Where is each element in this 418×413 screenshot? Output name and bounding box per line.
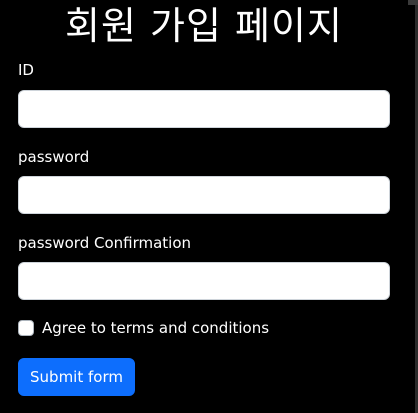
- id-label: ID: [18, 61, 34, 79]
- terms-checkbox[interactable]: [18, 320, 34, 336]
- password-confirmation-label: password Confirmation: [18, 234, 192, 252]
- page-title: 회원 가입 페이지: [65, 4, 343, 48]
- id-input[interactable]: [18, 90, 390, 128]
- password-confirmation-input[interactable]: [18, 262, 390, 300]
- submit-button[interactable]: Submit form: [18, 358, 135, 396]
- password-input[interactable]: [18, 176, 390, 214]
- password-label: password: [18, 148, 90, 166]
- terms-checkbox-label[interactable]: Agree to terms and conditions: [42, 318, 269, 338]
- window-edge-corner: [408, 0, 418, 5]
